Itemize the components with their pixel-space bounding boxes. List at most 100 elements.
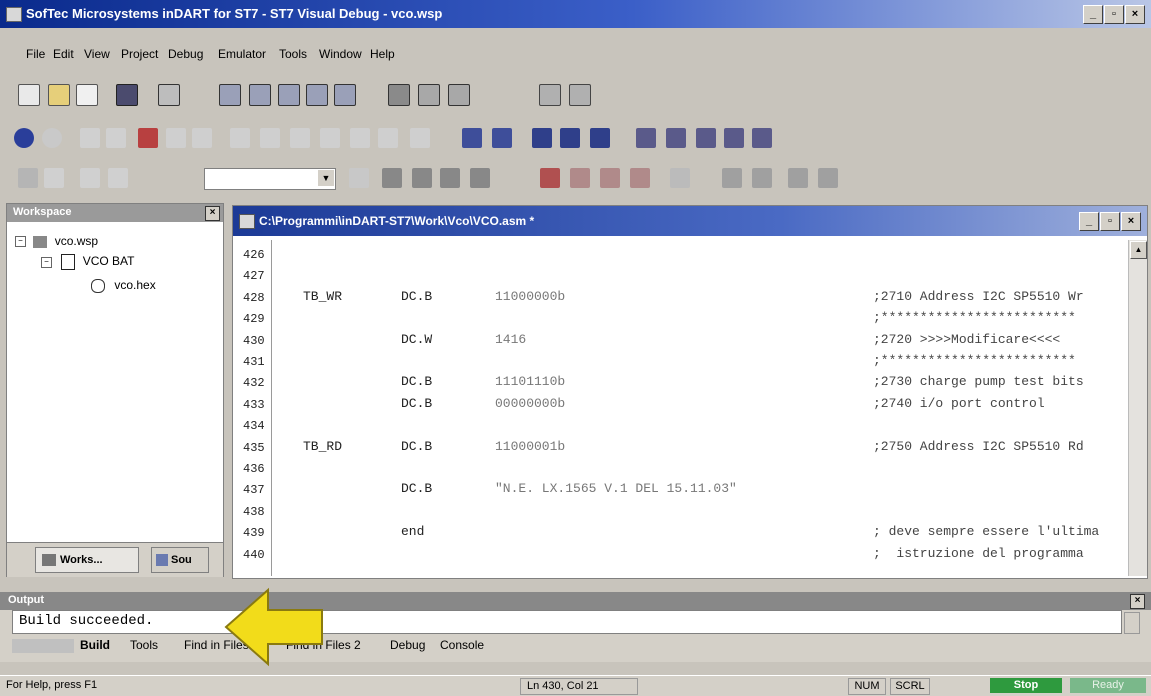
open-project-icon[interactable] [76, 84, 98, 106]
print-icon[interactable] [158, 84, 180, 106]
outdent-icon[interactable] [108, 168, 128, 188]
find-icon[interactable] [388, 84, 410, 106]
tab-console[interactable]: Console [440, 638, 484, 652]
logic-icon[interactable] [752, 128, 772, 148]
trigger-icon[interactable] [666, 128, 686, 148]
vertical-scrollbar[interactable]: ▲ [1128, 240, 1147, 576]
menu-help[interactable]: Help [370, 47, 395, 61]
step-icon[interactable] [80, 128, 100, 148]
menu-window[interactable]: Window [319, 47, 362, 61]
output-text-area[interactable]: Build succeeded. [12, 610, 1122, 634]
chevron-down-icon[interactable]: ▼ [318, 170, 334, 186]
tab-source[interactable]: Sou [151, 547, 209, 573]
window-icon[interactable] [334, 84, 356, 106]
search-combo[interactable]: ▼ [204, 168, 336, 190]
output-title-bar: Output × [0, 592, 1151, 610]
prev-bookmark-icon[interactable] [600, 168, 620, 188]
watch-icon[interactable] [290, 128, 310, 148]
next-bookmark-icon[interactable] [570, 168, 590, 188]
tree-item-workspace[interactable]: − vco.wsp [15, 234, 98, 248]
hand-icon[interactable] [412, 168, 432, 188]
tree-item-hexfile[interactable]: vco.hex [91, 278, 156, 293]
tab-debug[interactable]: Debug [390, 638, 425, 652]
editor-close-button[interactable]: × [1121, 212, 1141, 231]
editor-restore-button[interactable]: ▫ [1100, 212, 1120, 231]
trace-icon[interactable] [636, 128, 656, 148]
disassembly-icon[interactable] [410, 128, 430, 148]
hand-grab-icon[interactable] [440, 168, 460, 188]
menu-file[interactable]: File [26, 47, 45, 61]
list-icon[interactable] [306, 84, 328, 106]
close-button[interactable]: × [1125, 5, 1145, 24]
copy-icon[interactable] [249, 84, 271, 106]
find-next-icon[interactable] [382, 168, 402, 188]
project-icon [61, 254, 76, 270]
timer-icon[interactable] [590, 128, 610, 148]
open-folder-icon[interactable] [48, 84, 70, 106]
save-icon[interactable] [116, 84, 138, 106]
bookmark-icon[interactable] [470, 168, 490, 188]
collapse-icon[interactable]: − [15, 236, 26, 248]
memory-icon[interactable] [320, 128, 340, 148]
menu-view[interactable]: View [84, 47, 110, 61]
editor-minimize-button[interactable]: _ [1079, 212, 1099, 231]
tab-tools[interactable]: Tools [130, 638, 158, 652]
run-icon[interactable] [14, 128, 34, 148]
clear-bookmarks-icon[interactable] [630, 168, 650, 188]
build-icon[interactable] [569, 84, 591, 106]
find-prev-icon[interactable] [349, 168, 369, 188]
tab-workspace[interactable]: Works... [35, 547, 139, 573]
view-dump-icon[interactable] [492, 128, 512, 148]
full-screen-icon[interactable] [788, 168, 808, 188]
output-scrollbar[interactable] [1124, 612, 1140, 634]
menu-edit[interactable]: Edit [53, 47, 74, 61]
menu-emulator[interactable]: Emulator [218, 47, 266, 61]
tag-icon[interactable] [670, 168, 690, 188]
reset-icon[interactable] [260, 128, 280, 148]
minimize-button[interactable]: _ [1083, 5, 1103, 24]
registers-icon[interactable] [350, 128, 370, 148]
code-comment: ;2750 Address I2C SP5510 Rd [873, 438, 1084, 454]
undo-icon[interactable] [18, 168, 38, 188]
view-source-icon[interactable] [462, 128, 482, 148]
collapse-icon[interactable]: − [41, 256, 52, 268]
user-icon[interactable] [818, 168, 838, 188]
menu-debug[interactable]: Debug [168, 47, 203, 61]
menu-project[interactable]: Project [121, 47, 158, 61]
line-number: 432 [243, 376, 265, 391]
step-out-icon[interactable] [192, 128, 212, 148]
new-file-icon[interactable] [18, 84, 40, 106]
cut-icon[interactable] [219, 84, 241, 106]
compile-icon[interactable] [539, 84, 561, 106]
replace-icon[interactable] [448, 84, 470, 106]
code-comment: ;2710 Address I2C SP5510 Wr [873, 288, 1084, 304]
output-window-icon[interactable] [722, 168, 742, 188]
redo-icon[interactable] [44, 168, 64, 188]
step-over-icon[interactable] [166, 128, 186, 148]
workspace-window-icon[interactable] [752, 168, 772, 188]
paste-icon[interactable] [278, 84, 300, 106]
peripheral-icon[interactable] [532, 128, 552, 148]
step-into-icon[interactable] [106, 128, 126, 148]
tab-source-label: Sou [171, 554, 192, 566]
analyzer-icon[interactable] [696, 128, 716, 148]
indent-icon[interactable] [80, 168, 100, 188]
find-in-files-icon[interactable] [418, 84, 440, 106]
stack-icon[interactable] [378, 128, 398, 148]
output-close-icon[interactable]: × [1130, 594, 1145, 609]
profiler-icon[interactable] [724, 128, 744, 148]
restore-button[interactable]: ▫ [1104, 5, 1124, 24]
io-icon[interactable] [560, 128, 580, 148]
scroll-up-icon[interactable]: ▲ [1130, 241, 1147, 259]
breakpoint-icon[interactable] [138, 128, 158, 148]
tab-scroll-arrows[interactable] [12, 639, 74, 653]
menu-tools[interactable]: Tools [279, 47, 307, 61]
stop-debug-icon[interactable] [42, 128, 62, 148]
workspace-close-icon[interactable]: × [205, 206, 220, 221]
run-to-cursor-icon[interactable] [230, 128, 250, 148]
status-stop-indicator[interactable]: Stop [990, 678, 1062, 693]
tree-item-project[interactable]: − VCO BAT [41, 254, 134, 270]
tab-build[interactable]: Build [80, 638, 110, 652]
toggle-bookmark-icon[interactable] [540, 168, 560, 188]
line-number: 437 [243, 483, 265, 498]
